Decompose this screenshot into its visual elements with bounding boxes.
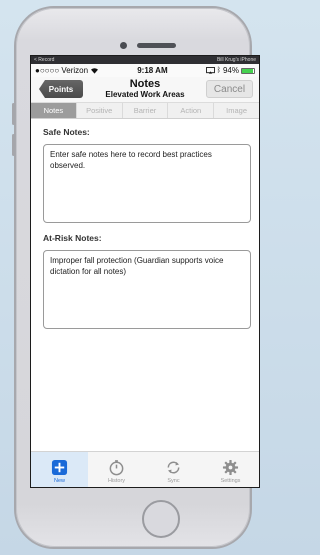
carrier-label: ●○○○○ Verizon bbox=[35, 66, 89, 75]
home-button[interactable] bbox=[142, 500, 180, 538]
screen-mirroring-icon bbox=[205, 67, 215, 74]
cancel-button[interactable]: Cancel bbox=[206, 80, 253, 98]
back-button[interactable]: Points bbox=[39, 80, 83, 98]
sync-icon bbox=[167, 461, 180, 474]
plus-icon bbox=[51, 459, 68, 476]
tab-settings[interactable]: Settings bbox=[202, 452, 259, 487]
tab-sync[interactable]: Sync bbox=[145, 452, 202, 487]
segment-positive[interactable]: Positive bbox=[77, 103, 123, 118]
segment-action[interactable]: Action bbox=[168, 103, 215, 118]
at-risk-notes-label: At-Risk Notes: bbox=[43, 233, 102, 243]
page-title: Notes bbox=[129, 78, 161, 90]
wifi-icon bbox=[91, 68, 99, 74]
tab-history[interactable]: History bbox=[88, 452, 145, 487]
safe-notes-label: Safe Notes: bbox=[43, 127, 90, 137]
segmented-control: Notes Positive Barrier Action Image bbox=[31, 103, 259, 119]
battery-percent: 94% bbox=[222, 66, 239, 75]
volume-up-button bbox=[12, 103, 15, 125]
page-subtitle: Elevated Work Areas bbox=[105, 90, 185, 99]
status-bar: ●○○○○ Verizon 9:18 AM ᛒ 94% bbox=[31, 64, 259, 77]
segment-barrier[interactable]: Barrier bbox=[123, 103, 169, 118]
tab-new[interactable]: New bbox=[31, 452, 88, 487]
nav-title-block: Notes Elevated Work Areas bbox=[91, 78, 199, 100]
device-name: Bill Krug's iPhone bbox=[216, 57, 256, 63]
record-label[interactable]: < Record bbox=[34, 56, 54, 64]
volume-down-button bbox=[12, 134, 15, 156]
safe-notes-field[interactable]: Enter safe notes here to record best pra… bbox=[43, 144, 251, 223]
front-camera bbox=[120, 42, 127, 49]
gear-icon bbox=[222, 459, 239, 476]
recording-strip: < Record Bill Krug's iPhone bbox=[31, 56, 259, 64]
tab-new-label: New bbox=[53, 478, 65, 484]
at-risk-notes-field[interactable]: Improper fall protection (Guardian suppo… bbox=[43, 250, 251, 329]
battery-icon bbox=[241, 67, 255, 74]
app-screen: < Record Bill Krug's iPhone ●○○○○ Verizo… bbox=[30, 55, 260, 488]
segment-image[interactable]: Image bbox=[214, 103, 259, 118]
tab-sync-label: Sync bbox=[167, 478, 180, 484]
segment-notes[interactable]: Notes bbox=[31, 103, 77, 118]
bluetooth-icon: ᛒ bbox=[216, 67, 221, 74]
stopwatch-icon bbox=[109, 460, 124, 476]
clock: 9:18 AM bbox=[137, 66, 168, 75]
tab-settings-label: Settings bbox=[220, 478, 241, 484]
tab-history-label: History bbox=[107, 478, 126, 484]
tab-bar: New History Sync Settings bbox=[31, 451, 259, 487]
earpiece-speaker bbox=[137, 43, 176, 48]
navigation-bar: Points Notes Elevated Work Areas Cancel bbox=[31, 77, 259, 103]
